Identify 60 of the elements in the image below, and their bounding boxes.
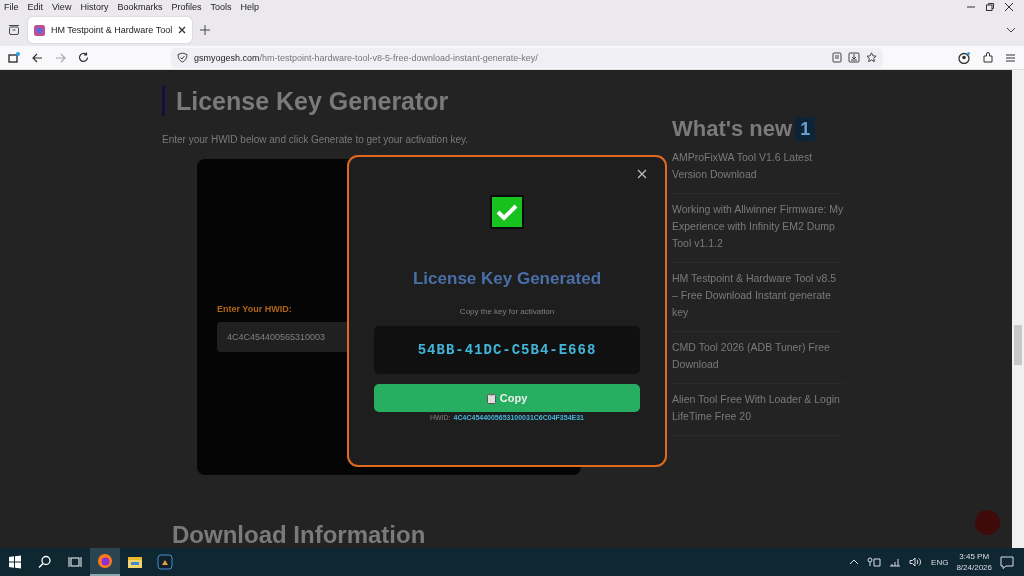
menu-item[interactable]: View	[52, 2, 72, 12]
restore-icon[interactable]	[985, 2, 995, 12]
dialog-subtitle: Copy the key for activation	[459, 307, 555, 316]
windows-icon[interactable]	[7, 554, 23, 570]
tab-title: HM Testpoint & Hardware Tool	[51, 25, 173, 35]
star-icon[interactable]	[866, 52, 877, 63]
shield-icon	[177, 52, 188, 63]
field-label: Enter Your HWID:	[217, 304, 292, 314]
download-icon[interactable]	[848, 52, 860, 63]
menu-item[interactable]: Profiles	[171, 2, 202, 12]
sidebar-icon[interactable]	[8, 51, 20, 64]
url-text: gsmyogesh.com/hm-testpoint-hardware-tool-v8-5-free-download-instant-generate-key/	[194, 52, 539, 63]
close-icon[interactable]	[178, 26, 187, 34]
extensions-icon[interactable]	[982, 52, 993, 63]
chevron-up-icon[interactable]	[849, 558, 860, 566]
scrollbar[interactable]	[1012, 70, 1024, 548]
post-link[interactable]: AMProFixWA Tool V1.6 Latest Version Download	[672, 149, 844, 194]
task-view-icon[interactable]	[67, 554, 83, 570]
tab-list-icon[interactable]	[8, 24, 20, 36]
post-link[interactable]: Alien Tool Free With Loader & Login LifeTime Free 20	[672, 391, 844, 436]
scrollbar-thumb[interactable]	[1014, 325, 1022, 365]
license-key-text: 54BB-41DC-C5B4-E668	[417, 342, 597, 358]
menu-item[interactable]: Bookmarks	[117, 2, 163, 12]
folder-icon[interactable]	[127, 554, 143, 570]
volume-icon[interactable]	[909, 557, 924, 567]
chevron-down-icon[interactable]	[1006, 25, 1016, 35]
notification-icon[interactable]	[1000, 555, 1014, 569]
post-link[interactable]: HM Testpoint & Hardware Tool v8.5 – Free Download Instant generate key	[672, 270, 844, 332]
address-bar[interactable]: gsmyogesh.com/hm-testpoint-hardware-tool-v8-5-free-download-instant-generate-key/	[171, 47, 883, 68]
dialog-title: License Key Generated	[413, 269, 601, 289]
post-link[interactable]: Working with Allwinner Firmware: My Experience with Infinity EM2 Dump Tool v1.1.2	[672, 201, 844, 263]
clock-date[interactable]: 8/24/2026	[956, 562, 992, 573]
count-badge: 1	[795, 117, 816, 141]
network-icon[interactable]	[867, 557, 882, 567]
site-logo-icon	[34, 24, 45, 36]
checkmark-icon	[490, 195, 524, 229]
close-icon[interactable]	[1004, 2, 1014, 12]
menu-item[interactable]: Edit	[27, 2, 44, 12]
search-icon[interactable]	[37, 554, 53, 570]
page-heading: License Key Generator	[162, 86, 682, 116]
menu-item[interactable]: Tools	[210, 2, 232, 12]
language-indicator[interactable]: ENG	[931, 557, 949, 567]
clock-time[interactable]: 3:45 PM	[959, 551, 990, 562]
menu-item[interactable]: History	[80, 2, 109, 12]
section-heading: Download Information	[172, 523, 427, 547]
reload-icon[interactable]	[78, 52, 89, 63]
close-icon[interactable]	[637, 169, 647, 179]
intro-text: Enter your HWID below and click Generate to get your activation key.	[162, 134, 470, 145]
menu-item[interactable]: File	[4, 2, 19, 12]
plus-icon[interactable]	[200, 25, 211, 35]
back-icon[interactable]	[32, 52, 43, 63]
post-link[interactable]: CMD Tool 2026 (ADB Tuner) Free Download	[672, 339, 844, 384]
browser-icon[interactable]	[97, 553, 113, 569]
app-icon[interactable]	[157, 554, 173, 570]
sidebar-title: What's new	[672, 116, 793, 142]
menu-item[interactable]: Help	[240, 2, 259, 12]
clipboard-icon	[486, 392, 496, 404]
reader-view-icon[interactable]	[832, 52, 842, 63]
browser-tab[interactable]: HM Testpoint & Hardware Tool	[28, 17, 193, 43]
menu-icon[interactable]	[1005, 52, 1016, 63]
